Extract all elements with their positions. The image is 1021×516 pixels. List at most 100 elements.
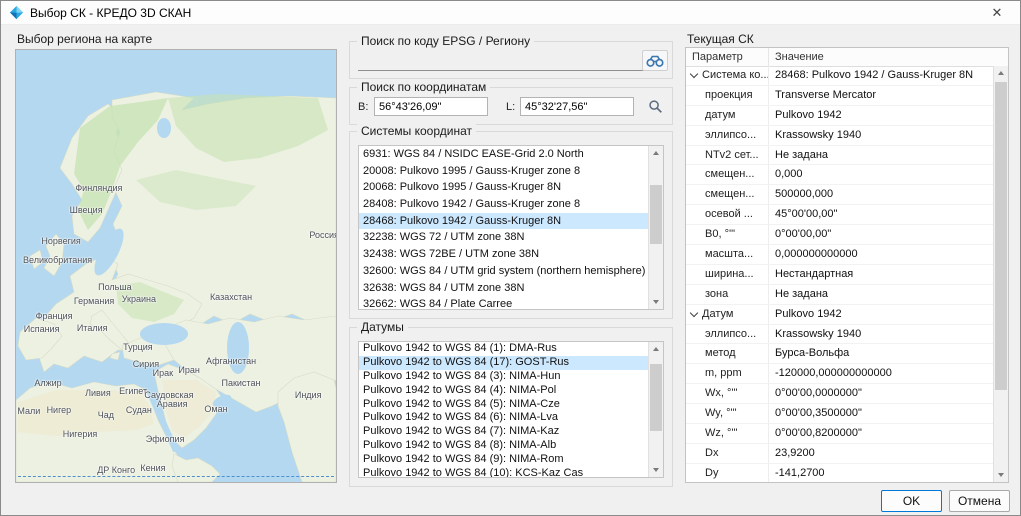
list-item[interactable]: 6931: WGS 84 / NSIDC EASE-Grid 2.0 North: [359, 146, 648, 163]
list-item[interactable]: 32238: WGS 72 / UTM zone 38N: [359, 229, 648, 246]
property-value: Не задана: [768, 285, 993, 304]
map-country-label: Франция: [36, 311, 73, 321]
list-item[interactable]: 28408: Pulkovo 1942 / Gauss-Kruger zone …: [359, 196, 648, 213]
property-name: эллипсо...: [702, 325, 768, 344]
property-row[interactable]: смещен...500000,000: [686, 185, 993, 205]
current-cs-label: Текущая СК: [687, 32, 754, 46]
property-row[interactable]: датумPulkovo 1942: [686, 106, 993, 126]
list-item[interactable]: Pulkovo 1942 to WGS 84 (10): KCS-Kaz Cas: [359, 467, 648, 477]
scroll-down-icon[interactable]: [649, 295, 663, 309]
property-value: Pulkovo 1942: [768, 305, 993, 324]
property-name: B0, °'": [702, 225, 768, 244]
list-item[interactable]: Pulkovo 1942 to WGS 84 (8): NIMA-Alb: [359, 439, 648, 453]
scroll-down-icon[interactable]: [994, 468, 1008, 482]
property-value: 0°00'00,0000000": [768, 384, 993, 403]
epsg-search-input[interactable]: [358, 53, 646, 71]
map-country-label: Египет: [119, 386, 147, 396]
list-item[interactable]: 32662: WGS 84 / Plate Carree: [359, 296, 648, 309]
list-item[interactable]: Pulkovo 1942 to WGS 84 (4): NIMA-Pol: [359, 384, 648, 398]
property-name: метод: [702, 344, 768, 363]
cs-list: 6931: WGS 84 / NSIDC EASE-Grid 2.0 North…: [358, 145, 664, 310]
property-row[interactable]: эллипсо...Krassowsky 1940: [686, 325, 993, 345]
property-row[interactable]: Wy, °'"0°00'00,3500000": [686, 404, 993, 424]
list-item[interactable]: Pulkovo 1942 to WGS 84 (17): GOST-Rus: [359, 356, 648, 370]
map-country-label: Турция: [123, 342, 152, 352]
scroll-up-icon[interactable]: [649, 146, 663, 160]
property-row[interactable]: проекцияTransverse Mercator: [686, 86, 993, 106]
property-value: 0°00'00,3500000": [768, 404, 993, 423]
map-region-picker[interactable]: РоссияФинляндияШвецияНорвегияВеликобрита…: [15, 49, 337, 483]
property-value: Krassowsky 1940: [768, 325, 993, 344]
scroll-thumb[interactable]: [650, 185, 662, 244]
property-name: Wy, °'": [702, 404, 768, 423]
list-item[interactable]: Pulkovo 1942 to WGS 84 (5): NIMA-Cze: [359, 398, 648, 412]
list-item[interactable]: Pulkovo 1942 to WGS 84 (9): NIMA-Rom: [359, 453, 648, 467]
list-item[interactable]: 32438: WGS 72BE / UTM zone 38N: [359, 246, 648, 263]
scroll-thumb[interactable]: [650, 364, 662, 432]
property-row[interactable]: Wz, °'"0°00'00,8200000": [686, 424, 993, 444]
property-value: -141,2700: [768, 464, 993, 482]
coord-search-button[interactable]: [642, 96, 668, 117]
dialog-window: Выбор СК - КРЕДО 3D СКАН ✕ Выбор региона…: [0, 0, 1021, 516]
list-item[interactable]: 20008: Pulkovo 1995 / Gauss-Kruger zone …: [359, 163, 648, 180]
property-row[interactable]: Система ко...28468: Pulkovo 1942 / Gauss…: [686, 66, 993, 86]
chevron-spacer: [686, 404, 702, 423]
property-row[interactable]: Dy-141,2700: [686, 464, 993, 482]
scroll-up-icon[interactable]: [994, 66, 1008, 80]
property-row[interactable]: зонаНе задана: [686, 285, 993, 305]
chevron-spacer: [686, 464, 702, 482]
property-name: осевой ...: [702, 205, 768, 224]
longitude-input[interactable]: [520, 97, 634, 116]
ok-button[interactable]: OK: [881, 490, 942, 512]
map-country-label: Чад: [98, 410, 114, 420]
list-item[interactable]: Pulkovo 1942 to WGS 84 (6): NIMA-Lva: [359, 411, 648, 425]
chevron-spacer: [686, 146, 702, 165]
chevron-down-icon[interactable]: [686, 305, 702, 324]
list-item[interactable]: 28468: Pulkovo 1942 / Gauss-Kruger 8N: [359, 213, 648, 230]
chevron-spacer: [686, 86, 702, 105]
property-row[interactable]: методБурса-Вольфа: [686, 344, 993, 364]
cancel-button[interactable]: Отмена: [949, 490, 1010, 512]
property-row[interactable]: эллипсо...Krassowsky 1940: [686, 126, 993, 146]
epsg-search-label: Поиск по коду EPSG / Региону: [357, 34, 534, 48]
datum-list-scrollbar[interactable]: [648, 342, 663, 477]
table-body: Система ко...28468: Pulkovo 1942 / Gauss…: [686, 66, 993, 482]
list-item[interactable]: Pulkovo 1942 to WGS 84 (7): NIMA-Kaz: [359, 425, 648, 439]
property-row[interactable]: m, ppm-120000,000000000000: [686, 364, 993, 384]
list-item[interactable]: Pulkovo 1942 to WGS 84 (1): DMA-Rus: [359, 342, 648, 356]
datum-list-group: Датумы Pulkovo 1942 to WGS 84 (1): DMA-R…: [349, 327, 673, 487]
property-row[interactable]: Wx, °'"0°00'00,0000000": [686, 384, 993, 404]
scroll-down-icon[interactable]: [649, 463, 663, 477]
scroll-thumb[interactable]: [995, 82, 1007, 390]
map-country-label: Казахстан: [210, 292, 252, 302]
table-scrollbar[interactable]: [993, 66, 1008, 482]
property-name: масшта...: [702, 245, 768, 264]
property-value: 0,000: [768, 165, 993, 184]
property-row[interactable]: ДатумPulkovo 1942: [686, 305, 993, 325]
list-item[interactable]: 20068: Pulkovo 1995 / Gauss-Kruger 8N: [359, 179, 648, 196]
property-row[interactable]: ширина...Нестандартная: [686, 265, 993, 285]
property-row[interactable]: B0, °'"0°00'00,00": [686, 225, 993, 245]
cs-list-scrollbar[interactable]: [648, 146, 663, 309]
property-name: эллипсо...: [702, 126, 768, 145]
property-name: Датум: [702, 305, 768, 324]
scroll-up-icon[interactable]: [649, 342, 663, 356]
chevron-spacer: [686, 265, 702, 284]
map-country-label: Швеция: [70, 205, 103, 215]
chevron-down-icon[interactable]: [686, 66, 702, 85]
epsg-search-button[interactable]: [642, 50, 668, 71]
list-item[interactable]: 32600: WGS 84 / UTM grid system (norther…: [359, 263, 648, 280]
latitude-input[interactable]: [374, 97, 488, 116]
property-row[interactable]: осевой ...45°00'00,00": [686, 205, 993, 225]
close-button[interactable]: ✕: [982, 5, 1012, 21]
property-row[interactable]: смещен...0,000: [686, 165, 993, 185]
property-row[interactable]: Dx23,9200: [686, 444, 993, 464]
list-item[interactable]: 32638: WGS 84 / UTM zone 38N: [359, 280, 648, 297]
map-country-label: Судан: [126, 405, 152, 415]
list-item[interactable]: Pulkovo 1942 to WGS 84 (3): NIMA-Hun: [359, 370, 648, 384]
property-row[interactable]: масшта...0,000000000000: [686, 245, 993, 265]
map-country-label: Норвегия: [41, 236, 80, 246]
property-value: 0°00'00,8200000": [768, 424, 993, 443]
chevron-spacer: [686, 384, 702, 403]
property-row[interactable]: NTv2 сет...Не задана: [686, 146, 993, 166]
